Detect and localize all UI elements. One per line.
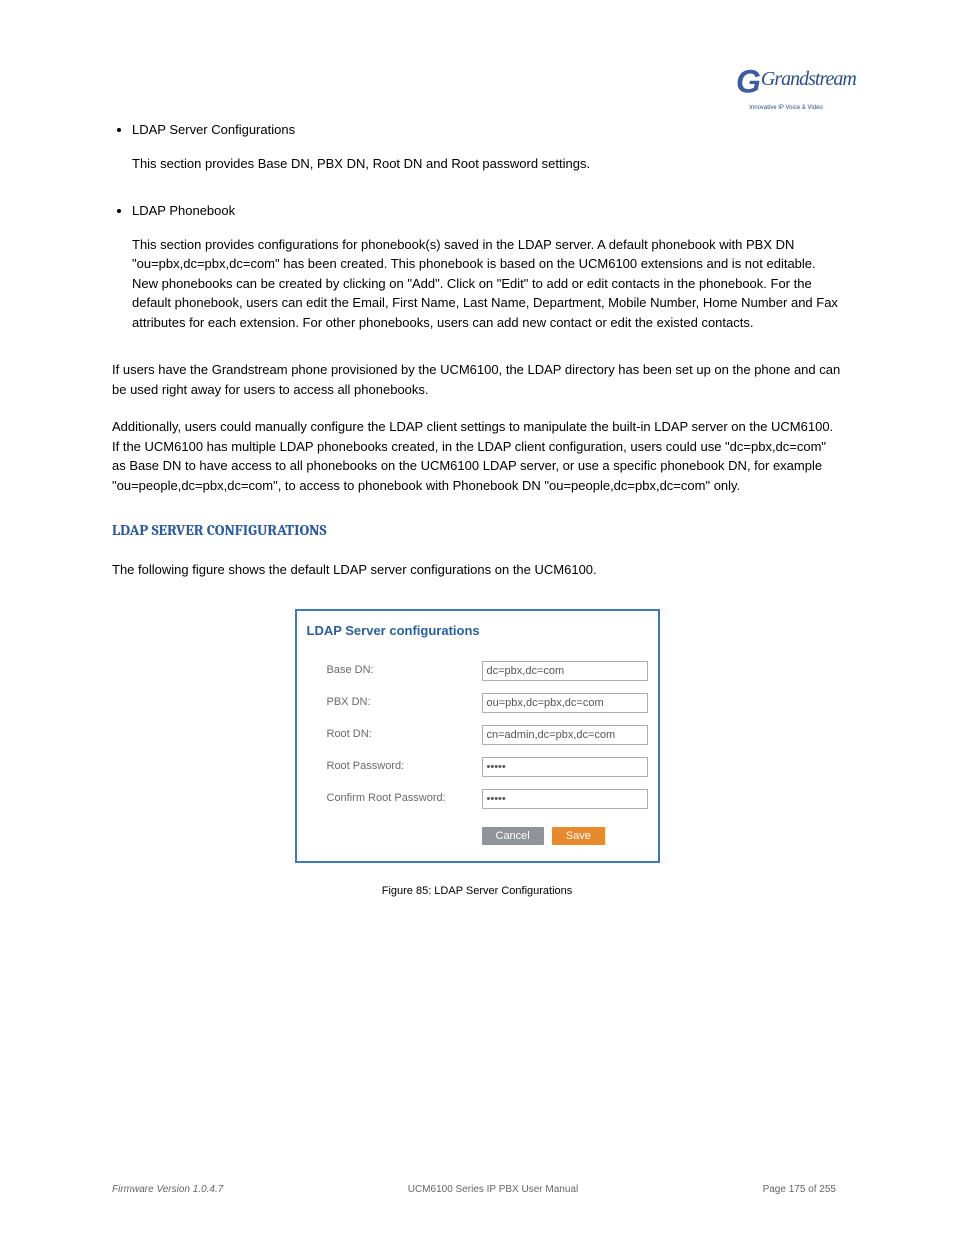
list-item: LDAP Server Configurations This section …	[132, 120, 842, 173]
note-paragraph-1: If users have the Grandstream phone prov…	[112, 360, 842, 399]
dialog-title: LDAP Server configurations	[297, 611, 658, 655]
list-item-desc: This section provides configurations for…	[132, 235, 842, 333]
logo-text: GGrandstream	[736, 73, 856, 88]
label-confirm-password: Confirm Root Password:	[327, 790, 482, 807]
page-footer: Firmware Version 1.0.4.7 UCM6100 Series …	[112, 1182, 836, 1197]
input-root-dn[interactable]	[482, 725, 648, 745]
brand-logo: GGrandstream Innovative IP Voice & Video	[736, 58, 836, 113]
section-description: The following figure shows the default L…	[112, 560, 842, 580]
section-heading: LDAP SERVER CONFIGURATIONS	[112, 519, 842, 542]
cancel-button[interactable]: Cancel	[482, 827, 544, 845]
label-base-dn: Base DN:	[327, 662, 482, 679]
label-root-password: Root Password:	[327, 758, 482, 775]
field-base-dn: Base DN:	[297, 655, 658, 687]
logo-tagline: Innovative IP Voice & Video	[736, 104, 836, 113]
field-pbx-dn: PBX DN:	[297, 687, 658, 719]
note-paragraph-2: Additionally, users could manually confi…	[112, 417, 842, 495]
footer-page: Page 175 of 255	[763, 1182, 836, 1197]
label-pbx-dn: PBX DN:	[327, 694, 482, 711]
input-base-dn[interactable]	[482, 661, 648, 681]
field-confirm-password: Confirm Root Password:	[297, 783, 658, 815]
list-item-desc: This section provides Base DN, PBX DN, R…	[132, 154, 842, 174]
input-confirm-password[interactable]	[482, 789, 648, 809]
list-item: LDAP Phonebook This section provides con…	[132, 201, 842, 332]
field-root-password: Root Password:	[297, 751, 658, 783]
label-root-dn: Root DN:	[327, 726, 482, 743]
feature-list: LDAP Server Configurations This section …	[132, 120, 842, 332]
dialog-buttons: Cancel Save	[297, 815, 658, 845]
list-item-title: LDAP Phonebook	[132, 203, 235, 218]
list-item-title: LDAP Server Configurations	[132, 122, 295, 137]
save-button[interactable]: Save	[552, 827, 605, 845]
input-pbx-dn[interactable]	[482, 693, 648, 713]
figure-caption: Figure 85: LDAP Server Configurations	[112, 883, 842, 900]
input-root-password[interactable]	[482, 757, 648, 777]
page-content: LDAP Server Configurations This section …	[112, 120, 842, 899]
ldap-config-dialog: LDAP Server configurations Base DN: PBX …	[295, 609, 660, 863]
footer-manual: UCM6100 Series IP PBX User Manual	[408, 1182, 578, 1197]
field-root-dn: Root DN:	[297, 719, 658, 751]
footer-firmware: Firmware Version 1.0.4.7	[112, 1182, 223, 1197]
figure-container: LDAP Server configurations Base DN: PBX …	[112, 609, 842, 899]
